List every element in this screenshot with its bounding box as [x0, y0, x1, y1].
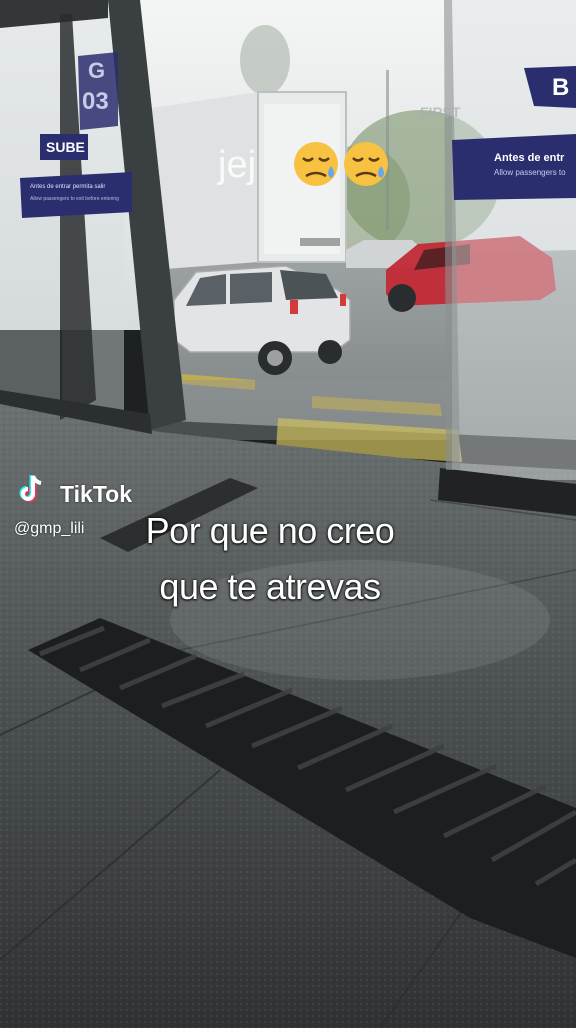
- billboard-text: FIRST: [420, 104, 461, 120]
- right-sign-letters: B: [552, 74, 570, 101]
- sleepy-face-emoji: [294, 142, 338, 186]
- left-notice-line1: Antes de entrar permita salir: [30, 184, 106, 190]
- stop-code-number: 03: [82, 88, 109, 115]
- tiktok-brand: TikTok: [60, 481, 132, 507]
- right-notice-line1: Antes de entr: [494, 152, 565, 164]
- sleepy-face-emoji: [344, 142, 388, 186]
- caption-line-2: que te atrevas: [159, 566, 381, 607]
- jej-text: jej: [218, 144, 257, 186]
- video-frame: G 03 SUBE Antes de entrar permita salir …: [0, 0, 576, 1028]
- sube-sign: SUBE: [46, 139, 85, 155]
- caption-line-1: Por que no creo: [145, 510, 395, 551]
- left-notice-line2: Allow passengers to exit before entering: [30, 196, 119, 202]
- stop-code-letter: G: [88, 58, 106, 83]
- right-notice-line2: Allow passengers to: [494, 168, 566, 177]
